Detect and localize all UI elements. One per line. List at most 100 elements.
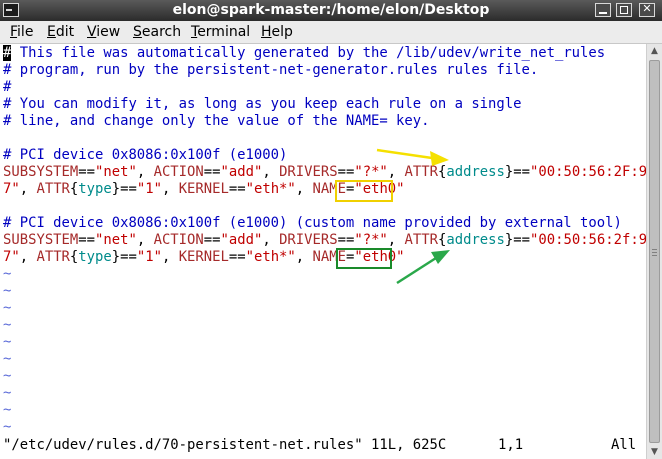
code-token: ATTR — [36, 181, 70, 197]
title-bar: elon@spark-master:/home/elon/Desktop — [0, 0, 662, 21]
menu-file[interactable]: File — [10, 24, 33, 40]
code-token: , — [136, 232, 154, 248]
code-token: "eth*" — [245, 181, 296, 197]
highlight-box-upper — [335, 180, 393, 202]
grip-icon — [652, 249, 657, 250]
comment-line-3: # — [3, 79, 12, 95]
menu-bar: File Edit View Search Terminal Help — [0, 21, 662, 44]
code-token: address — [446, 164, 505, 180]
code-token: } — [111, 181, 121, 197]
code-token: == — [513, 164, 531, 180]
empty-line-marker: ~ — [3, 402, 12, 418]
vertical-scrollbar[interactable]: ▲ ▼ — [646, 44, 662, 459]
empty-line-marker: ~ — [3, 317, 12, 333]
empty-line-marker: ~ — [3, 300, 12, 316]
code-token: "eth*" — [245, 249, 296, 265]
comment-line-5: # line, and change only the value of the… — [3, 113, 430, 129]
menu-terminal[interactable]: Terminal — [191, 24, 250, 40]
menu-help[interactable]: Help — [261, 24, 293, 40]
scroll-up-icon[interactable]: ▲ — [647, 44, 662, 58]
code-token: "net" — [95, 164, 137, 180]
code-token: == — [203, 164, 221, 180]
code-token: SUBSYSTEM — [3, 164, 79, 180]
code-token: 7" — [3, 249, 20, 265]
close-icon[interactable] — [639, 2, 655, 17]
code-token: } — [111, 249, 121, 265]
terminal-editor[interactable]: # This file was automatically generated … — [0, 44, 646, 459]
code-token: , — [161, 249, 179, 265]
comment-text-1: This file was automatically generated by… — [11, 45, 606, 61]
code-token: == — [228, 249, 246, 265]
code-token: == — [78, 232, 96, 248]
rule2-line-1: SUBSYSTEM=="net", ACTION=="add", DRIVERS… — [3, 232, 646, 249]
code-token: , — [136, 164, 154, 180]
code-token: , — [19, 181, 37, 197]
code-token: type — [78, 181, 112, 197]
empty-line-marker: ~ — [3, 351, 12, 367]
status-cursor-position: 1,1 — [498, 437, 524, 453]
code-token: 7" — [3, 181, 20, 197]
menu-view[interactable]: View — [87, 24, 120, 40]
code-token: type — [78, 249, 112, 265]
highlight-box-lower — [336, 248, 392, 269]
code-token: "?*" — [354, 232, 388, 248]
scrollbar-thumb[interactable] — [649, 60, 660, 443]
code-token: , — [295, 181, 313, 197]
code-token: , — [387, 164, 405, 180]
code-token: == — [203, 232, 221, 248]
menu-edit[interactable]: Edit — [47, 24, 74, 40]
maximize-icon[interactable] — [616, 3, 632, 17]
empty-line-marker: ~ — [3, 283, 12, 299]
code-token: == — [120, 249, 137, 265]
code-token: "add" — [220, 232, 263, 248]
empty-line-marker: ~ — [3, 385, 12, 401]
menu-search[interactable]: Search — [133, 24, 181, 40]
code-token: ATTR — [404, 232, 438, 248]
rule2-comment: # PCI device 0x8086:0x100f (e1000) (cust… — [3, 215, 622, 231]
rule1-line-1: SUBSYSTEM=="net", ACTION=="add", DRIVERS… — [3, 164, 646, 181]
minimize-icon[interactable] — [595, 3, 611, 17]
code-token: "?*" — [354, 164, 388, 180]
code-token: ACTION — [153, 164, 204, 180]
code-token: DRIVERS — [279, 164, 338, 180]
status-filename: "/etc/udev/rules.d/70-persistent-net.rul… — [3, 437, 363, 453]
code-token: KERNEL — [178, 181, 229, 197]
status-scroll-position: All — [611, 437, 637, 453]
code-token: KERNEL — [178, 249, 229, 265]
comment-line-2: # program, run by the persistent-net-gen… — [3, 62, 539, 78]
empty-line-marker: ~ — [3, 368, 12, 384]
code-token: , — [262, 164, 280, 180]
code-token: == — [337, 232, 355, 248]
code-token: SUBSYSTEM — [3, 232, 79, 248]
empty-line-marker: ~ — [3, 266, 12, 282]
window-title: elon@spark-master:/home/elon/Desktop — [172, 2, 490, 18]
code-token: , — [161, 181, 179, 197]
scroll-down-icon[interactable]: ▼ — [647, 445, 662, 459]
code-token: , — [295, 249, 313, 265]
code-token: "net" — [95, 232, 137, 248]
code-token: address — [446, 232, 505, 248]
rule1-comment: # PCI device 0x8086:0x100f (e1000) — [3, 147, 288, 163]
code-token: ATTR — [36, 249, 70, 265]
empty-line-marker: ~ — [3, 334, 12, 350]
grip-icon — [652, 255, 657, 256]
code-token: , — [19, 249, 37, 265]
code-token: "1" — [136, 249, 162, 265]
status-line: "/etc/udev/rules.d/70-persistent-net.rul… — [3, 437, 636, 454]
code-token: == — [78, 164, 96, 180]
code-token: ATTR — [404, 164, 438, 180]
code-token: == — [513, 232, 531, 248]
code-token: "add" — [220, 164, 263, 180]
empty-line-marker: ~ — [3, 419, 12, 435]
comment-line-1: # This file was automatically generated … — [3, 45, 605, 62]
code-token: DRIVERS — [279, 232, 338, 248]
status-file-info: 11L, 625C — [370, 437, 447, 453]
code-token: , — [387, 232, 405, 248]
code-token: "00:50:56:2f:97:3 — [530, 232, 646, 248]
code-token: "00:50:56:2F:97:3 — [530, 164, 646, 180]
code-token: == — [120, 181, 137, 197]
code-token: ACTION — [153, 232, 204, 248]
code-token: == — [337, 164, 355, 180]
code-token: "1" — [136, 181, 162, 197]
code-token: == — [228, 181, 246, 197]
